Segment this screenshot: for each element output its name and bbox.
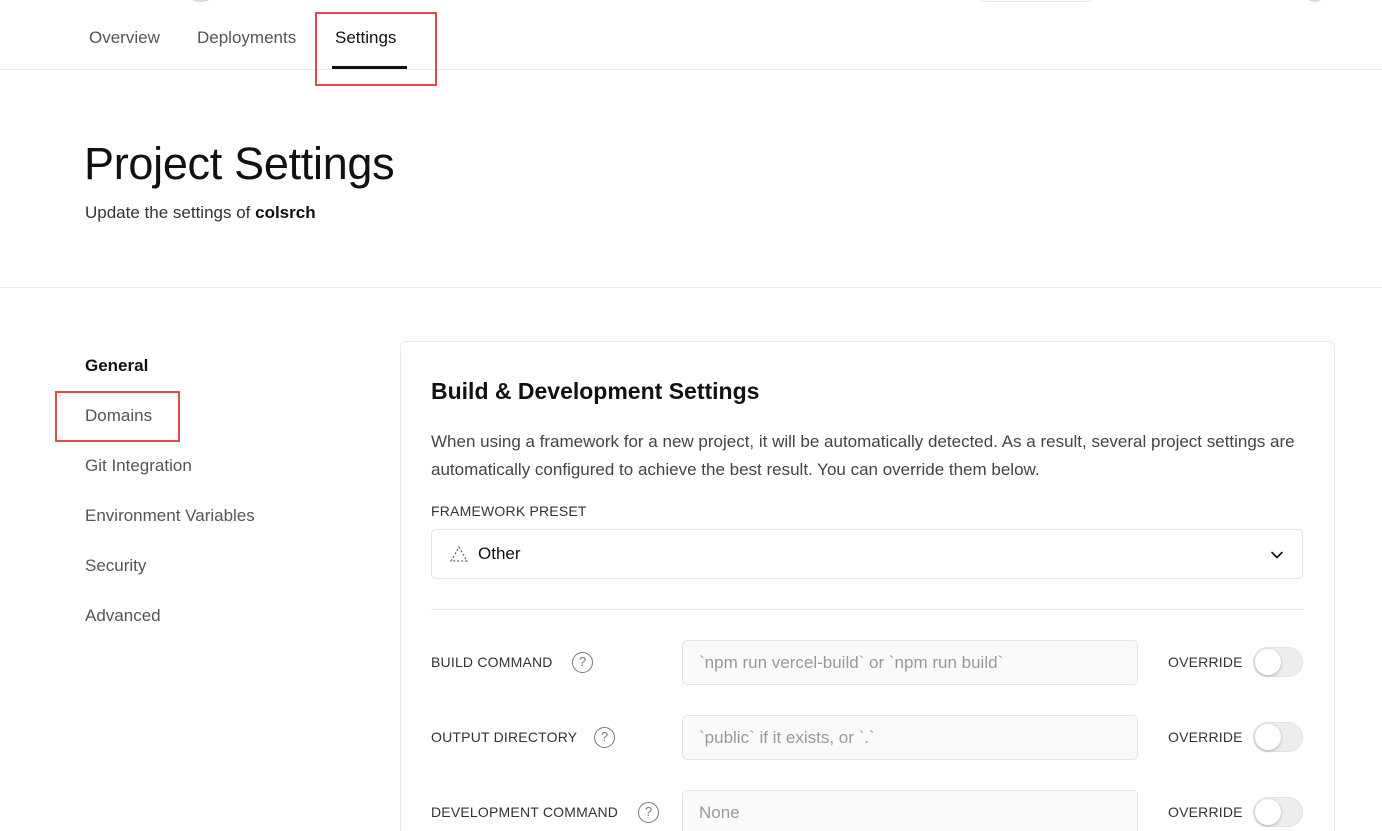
avatar[interactable] xyxy=(188,0,214,2)
toggle-knob xyxy=(1255,799,1281,825)
override-label: OVERRIDE xyxy=(1168,654,1243,670)
vercel-project-settings-page: Overview Deployments Settings Project Se… xyxy=(0,0,1382,831)
output-directory-label: OUTPUT DIRECTORY xyxy=(431,729,578,745)
top-navigation: Overview Deployments Settings xyxy=(0,0,1382,70)
top-search-box[interactable] xyxy=(980,0,1092,2)
framework-preset-value: Other xyxy=(478,544,521,563)
build-settings-card: Build & Development Settings When using … xyxy=(400,341,1335,831)
build-command-input[interactable] xyxy=(682,640,1138,685)
help-icon[interactable]: ? xyxy=(572,652,593,673)
toggle-knob xyxy=(1255,649,1281,675)
toggle-knob xyxy=(1255,724,1281,750)
domains-item-highlight xyxy=(55,391,180,442)
user-avatar[interactable] xyxy=(1306,0,1324,2)
output-directory-override-toggle[interactable] xyxy=(1253,722,1303,752)
development-command-label: DEVELOPMENT COMMAND xyxy=(431,804,619,820)
chevron-down-icon xyxy=(1271,551,1283,559)
output-directory-input[interactable] xyxy=(682,715,1138,760)
build-command-label: BUILD COMMAND xyxy=(431,654,553,670)
sidebar-item-git-integration[interactable]: Git Integration xyxy=(85,456,192,476)
triangle-dotted-icon xyxy=(450,546,468,562)
framework-preset-label: FRAMEWORK PRESET xyxy=(431,503,587,519)
build-command-override-toggle[interactable] xyxy=(1253,647,1303,677)
sidebar-item-security[interactable]: Security xyxy=(85,556,146,576)
project-name: colsrch xyxy=(255,203,316,222)
sidebar-item-advanced[interactable]: Advanced xyxy=(85,606,161,626)
tab-deployments[interactable]: Deployments xyxy=(197,28,296,48)
tab-overview[interactable]: Overview xyxy=(89,28,160,48)
section-divider xyxy=(431,609,1303,610)
sidebar-item-environment-variables[interactable]: Environment Variables xyxy=(85,506,255,526)
override-label: OVERRIDE xyxy=(1168,804,1243,820)
help-icon[interactable]: ? xyxy=(638,802,659,823)
development-command-override-toggle[interactable] xyxy=(1253,797,1303,827)
page-title: Project Settings xyxy=(84,138,395,189)
subtitle-prefix: Update the settings of xyxy=(85,203,251,222)
page-header: Project Settings Update the settings of … xyxy=(0,70,1382,288)
sidebar-item-general[interactable]: General xyxy=(85,356,148,376)
override-label: OVERRIDE xyxy=(1168,729,1243,745)
card-title: Build & Development Settings xyxy=(431,378,760,404)
help-icon[interactable]: ? xyxy=(594,727,615,748)
framework-preset-select[interactable]: Other xyxy=(431,529,1303,579)
development-command-input[interactable] xyxy=(682,790,1138,831)
card-description: When using a framework for a new project… xyxy=(431,432,1295,479)
page-subtitle: Update the settings of colsrch xyxy=(85,203,316,223)
